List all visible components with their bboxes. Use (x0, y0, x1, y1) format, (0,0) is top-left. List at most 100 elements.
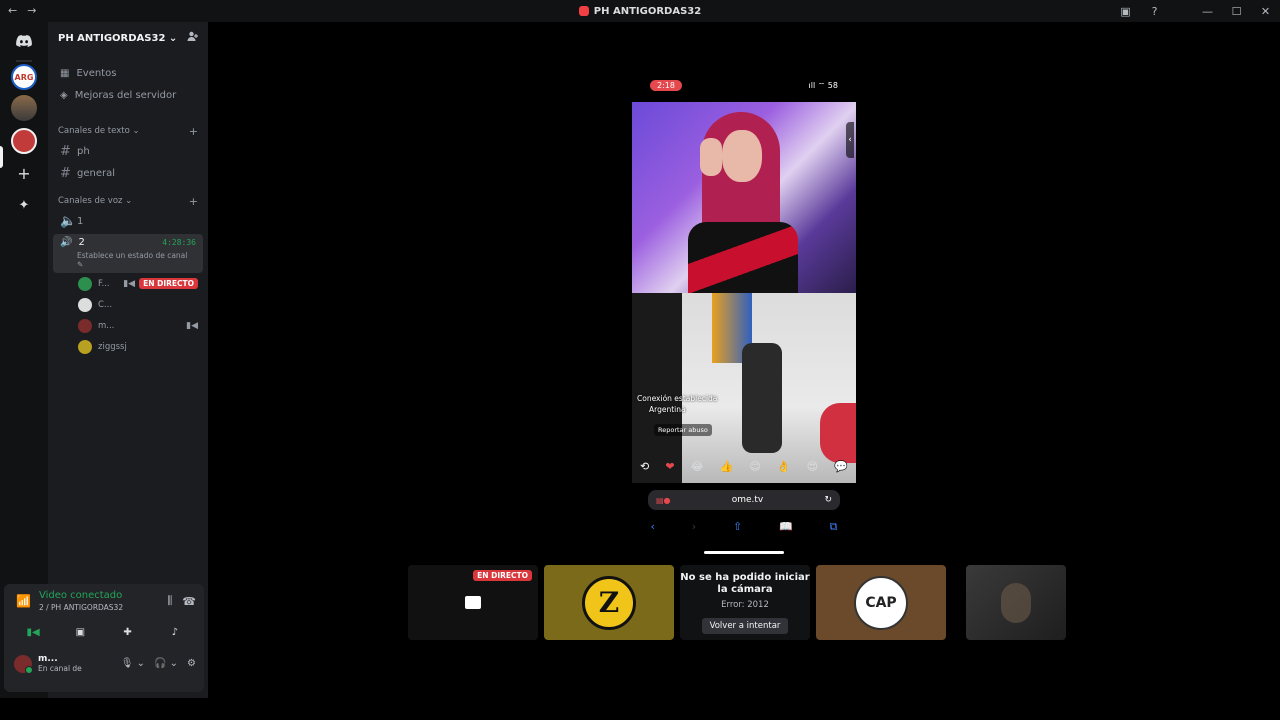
voice-channels-category[interactable]: Canales de voz ⌄ + (48, 192, 208, 210)
user-panel: m... En canal de 🎙 ⌄ 🎧 ⌄ ⚙ (4, 642, 204, 674)
phone-time: 2:18 (650, 80, 682, 91)
add-person-icon (187, 31, 198, 41)
collapse-tab-icon[interactable]: ‹ (846, 122, 854, 158)
channel-status-prompt[interactable]: Establece un estado de canal ✎ (77, 251, 196, 269)
person-figure (688, 112, 798, 293)
window-title: PH ANTIGORDAS32 (578, 6, 701, 17)
channel-general[interactable]: # general (48, 162, 208, 184)
camera-icon: ▮◀ (186, 320, 198, 331)
tile-camera-feed[interactable] (966, 565, 1066, 640)
avatar (78, 339, 92, 354)
thumbs-up-emoji[interactable]: 👍 (720, 460, 734, 473)
boosts-label: Mejoras del servidor (74, 89, 177, 101)
tile-screen-share[interactable]: EN DIRECTO (408, 565, 538, 640)
hash-icon: # (60, 143, 71, 159)
avatar: Z (582, 575, 636, 630)
ok-hand-emoji[interactable]: 👌 (777, 460, 791, 473)
voice-user-name: F... (98, 278, 110, 289)
smile-emoji[interactable]: 😊 (749, 460, 760, 473)
forward-icon[interactable]: › (692, 520, 696, 534)
help-icon[interactable]: ? (1140, 5, 1169, 18)
tab-recording-icon[interactable]: ▤● (656, 496, 671, 505)
avatar[interactable] (14, 654, 33, 674)
voice-category-label: Canales de voz ⌄ (58, 196, 133, 206)
server-icon-arg[interactable]: ARG (11, 64, 37, 90)
connection-overlay: Conexión establecida Argentina (637, 394, 717, 414)
server-icon-ph-antigordas[interactable] (11, 128, 37, 154)
server-list-divider (16, 60, 32, 62)
report-abuse-button[interactable]: Reportar abuso (654, 424, 712, 436)
forward-arrow-icon[interactable]: → (27, 4, 36, 17)
text-channels-category[interactable]: Canales de texto ⌄ + (48, 122, 208, 140)
voice-channel-1[interactable]: 🔈 1 (48, 210, 208, 232)
add-server-icon[interactable]: + (11, 160, 37, 186)
server-name: PH ANTIGORDAS32 ⌄ (58, 32, 178, 44)
chat-icon[interactable]: 💬 (834, 460, 848, 473)
soundboard-button[interactable]: ♪ (154, 622, 196, 642)
heart-eyes-emoji[interactable]: 😍 (807, 460, 818, 473)
microphone-icon[interactable]: 🎙 ⌄ (121, 658, 145, 669)
hash-icon: # (60, 165, 71, 181)
window-controls: ▣ ? — ☐ ✕ (1111, 0, 1280, 22)
channel-label: 2 (78, 237, 85, 248)
laugh-emoji[interactable]: 😂 (691, 460, 704, 473)
channel-ph[interactable]: # ph (48, 140, 208, 162)
voice-user-2[interactable]: C... (48, 294, 208, 315)
voice-user-1[interactable]: F... ▮◀ EN DIRECTO (48, 273, 208, 294)
voice-status-subtitle[interactable]: 2 / PH ANTIGORDAS32 (39, 603, 157, 612)
server-header[interactable]: PH ANTIGORDAS32 ⌄ (48, 22, 208, 54)
refresh-icon[interactable]: ⟲ (640, 460, 649, 473)
events-item[interactable]: ▦ Eventos (48, 62, 208, 84)
invite-icon[interactable] (187, 31, 198, 45)
calendar-icon: ▦ (60, 67, 70, 79)
server-icon-photo[interactable] (11, 95, 37, 121)
tile-cap[interactable]: CAP (816, 565, 946, 640)
live-badge: EN DIRECTO (473, 570, 532, 581)
settings-gear-icon[interactable]: ⚙ (187, 658, 196, 669)
retry-button[interactable]: Volver a intentar (701, 617, 789, 634)
discord-home-icon[interactable] (11, 28, 37, 54)
connection-status: Conexión establecida (637, 394, 718, 403)
add-channel-icon[interactable]: + (189, 195, 198, 208)
voice-user-name: C... (98, 299, 113, 310)
participant-tiles: EN DIRECTO Z No se ha podido iniciar la … (408, 565, 1066, 640)
avatar: CAP (854, 575, 908, 630)
share-icon[interactable]: ⇧ (733, 520, 742, 534)
url-text[interactable]: ome.tv (671, 495, 825, 505)
explore-icon[interactable]: ✦ (11, 192, 37, 218)
heart-emoji[interactable]: ❤ (665, 460, 674, 473)
voice-user-3[interactable]: m... ▮◀ (48, 315, 208, 336)
noise-suppression-icon[interactable]: ⫼ (167, 594, 172, 608)
voice-user-4[interactable]: ziggssj (48, 336, 208, 357)
tile-ziggssj[interactable]: Z (544, 565, 674, 640)
browser-url-bar[interactable]: ▤● ome.tv ↻ (648, 490, 840, 510)
disconnect-icon[interactable]: ☎ (182, 595, 196, 608)
text-category-label: Canales de texto ⌄ (58, 126, 140, 136)
channel-label: 1 (77, 215, 84, 227)
close-button[interactable]: ✕ (1251, 5, 1280, 18)
camera-toggle-button[interactable]: ▮◀ (12, 622, 54, 642)
bookmarks-icon[interactable]: 📖 (779, 520, 793, 534)
voice-channel-2[interactable]: 🔊 2 4:28:36 Establece un estado de canal … (53, 234, 203, 273)
events-label: Eventos (76, 67, 117, 79)
minimize-button[interactable]: — (1193, 5, 1222, 18)
phone-status-bar: 2:18 ıll ⌔ 58 (632, 80, 856, 94)
signal-icon[interactable]: 📶 (16, 594, 31, 608)
maximize-button[interactable]: ☐ (1222, 5, 1251, 18)
voice-status-title[interactable]: Video conectado (39, 590, 157, 601)
home-indicator (704, 551, 784, 554)
avatar (78, 318, 92, 333)
back-arrow-icon[interactable]: ← (8, 4, 17, 17)
add-channel-icon[interactable]: + (189, 125, 198, 138)
back-icon[interactable]: ‹ (650, 520, 654, 534)
headphones-icon[interactable]: 🎧 ⌄ (154, 658, 178, 669)
reload-icon[interactable]: ↻ (824, 495, 832, 505)
screen-share-button[interactable]: ▣ (59, 622, 101, 642)
speaker-icon: 🔈 (60, 213, 77, 229)
tabs-icon[interactable]: ⧉ (830, 520, 838, 534)
username[interactable]: m... (38, 654, 82, 664)
activities-button[interactable]: ✚ (107, 622, 149, 642)
server-boosts-item[interactable]: ◈ Mejoras del servidor (48, 84, 208, 106)
title-bar: ← → PH ANTIGORDAS32 ▣ ? — ☐ ✕ (0, 0, 1280, 22)
inbox-icon[interactable]: ▣ (1111, 5, 1140, 18)
